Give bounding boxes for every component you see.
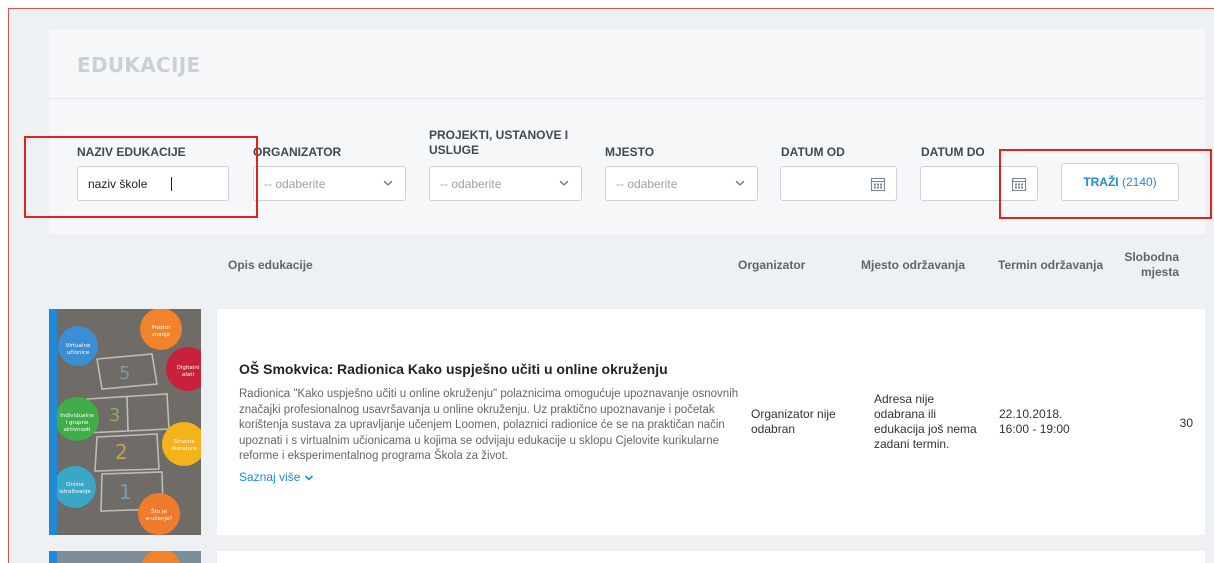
organizator-select[interactable]: -- odaberite — [253, 166, 406, 201]
svg-text:Digitalni: Digitalni — [177, 365, 200, 371]
svg-text:5: 5 — [119, 363, 130, 384]
edukacija-thumbnail[interactable] — [49, 551, 201, 563]
header-organizator: Organizator — [738, 258, 806, 272]
page-title: EDUKACIJE — [77, 53, 201, 77]
termin-date: 22.10.2018. — [999, 407, 1063, 421]
header-slobodna: Slobodna mjesta — [1119, 250, 1179, 280]
datum-od-input[interactable] — [780, 166, 897, 201]
svg-text:Prostor: Prostor — [151, 325, 171, 331]
thumbnail-image — [57, 551, 201, 563]
chevron-down-icon — [735, 180, 745, 186]
hopscotch-illustration: 5 3 2 1 Virtualneučionice Prostorznanja … — [57, 309, 201, 535]
datum-od-label: DATUM OD — [781, 145, 845, 159]
svg-text:i grupne: i grupne — [66, 420, 89, 426]
svg-text:istraživanje: istraživanje — [59, 488, 91, 495]
page-frame: EDUKACIJE NAZIV EDUKACIJE naziv škole OR… — [8, 8, 1214, 563]
title-divider — [49, 98, 1205, 99]
projekti-label-line1: PROJEKTI, USTANOVE I — [429, 128, 569, 142]
saznaj-vise-link[interactable]: Saznaj više — [239, 470, 314, 484]
svg-text:Stručna: Stručna — [173, 438, 194, 445]
projekti-placeholder: -- odaberite — [440, 177, 502, 191]
svg-text:znanja: znanja — [152, 332, 170, 338]
projekti-label: PROJEKTI, USTANOVE I USLUGE — [429, 128, 568, 158]
mjesto-line3: edukacija još nema — [874, 422, 977, 436]
edukacija-description: Radionica "Kako uspješno učiti u online … — [239, 388, 739, 462]
header-slobodna-line1: Slobodna — [1124, 250, 1179, 264]
svg-text:e-učenje?: e-učenje? — [146, 515, 173, 522]
thumbnail-illustration — [57, 551, 201, 563]
chevron-down-icon — [383, 180, 393, 186]
projekti-select[interactable]: -- odaberite — [429, 166, 582, 201]
svg-text:Virtualne: Virtualne — [66, 343, 91, 349]
table-row[interactable]: 5 3 2 1 Virtualne učionice Prostor znanja … — [49, 309, 1205, 535]
row-spacer — [201, 551, 217, 563]
organizator-label: ORGANIZATOR — [253, 145, 342, 159]
mjesto-placeholder: -- odaberite — [616, 177, 678, 191]
datum-do-label: DATUM DO — [921, 145, 985, 159]
header-opis: Opis edukacije — [228, 258, 313, 272]
edukacija-thumbnail[interactable]: 5 3 2 1 Virtualne učionice Prostor znanja … — [49, 309, 201, 535]
svg-text:Individualne: Individualne — [60, 413, 94, 419]
header-mjesto: Mjesto održavanja — [861, 258, 966, 272]
termin-time: 16:00 - 19:00 — [999, 422, 1070, 436]
chevron-down-icon — [304, 475, 313, 481]
header-termin: Termin održavanja — [998, 258, 1104, 272]
highlight-box-naziv — [24, 136, 258, 218]
svg-text:učionice: učionice — [67, 349, 90, 356]
saznaj-vise-label: Saznaj više — [239, 470, 301, 484]
mjesto-line1: Adresa nije — [874, 392, 935, 406]
svg-text:aktivnosti: aktivnosti — [64, 427, 91, 433]
svg-text:alati: alati — [182, 372, 194, 378]
calendar-icon[interactable] — [870, 176, 886, 192]
mjesto-line2: odabrana ili — [874, 407, 937, 421]
thumbnail-accent-bar — [49, 309, 57, 535]
termin-cell: 22.10.2018. 16:00 - 19:00 — [999, 407, 1070, 437]
table-row[interactable] — [49, 551, 1205, 563]
svg-text:literatura: literatura — [171, 446, 197, 452]
mjesto-cell: Adresa nije odabrana ili edukacija još n… — [874, 392, 977, 452]
mjesto-line4: zadani termin. — [874, 437, 950, 451]
mjesto-select[interactable]: -- odaberite — [605, 166, 758, 201]
thumbnail-image: 5 3 2 1 Virtualne učionice Prostor znanja … — [57, 309, 201, 535]
chevron-down-icon — [559, 180, 569, 186]
svg-text:Online: Online — [66, 482, 84, 488]
organizator-line2: odabran — [751, 422, 796, 436]
slobodna-mjesta-cell: 30 — [1179, 416, 1193, 430]
highlight-box-search — [999, 149, 1212, 219]
mjesto-label: MJESTO — [605, 145, 655, 159]
organizator-placeholder: -- odaberite — [264, 177, 326, 191]
header-slobodna-line2: mjesta — [1140, 265, 1179, 279]
projekti-label-line2: USLUGE — [429, 143, 480, 157]
edukacija-title[interactable]: OŠ Smokvica: Radionica Kako uspješno uči… — [239, 361, 668, 377]
svg-text:2: 2 — [115, 440, 128, 464]
svg-text:3: 3 — [109, 405, 120, 426]
row-spacer — [201, 309, 217, 535]
organizator-line1: Organizator nije — [751, 407, 836, 421]
svg-text:Što je: Što je — [151, 508, 167, 515]
organizator-cell: Organizator nije odabran — [751, 407, 836, 437]
svg-text:1: 1 — [119, 480, 132, 504]
